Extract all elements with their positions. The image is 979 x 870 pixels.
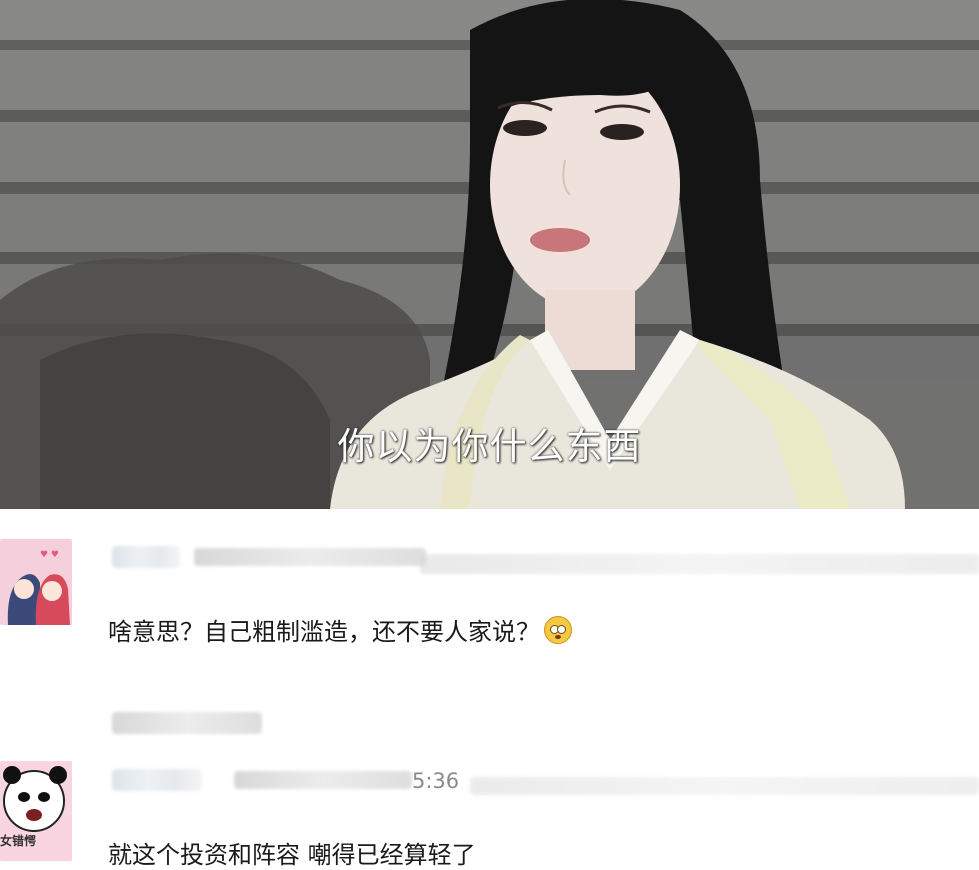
- reply-header-redacted: [112, 712, 262, 734]
- avatar-caption: 女错愕: [0, 834, 37, 848]
- comment-timestamp: 5:36: [412, 769, 460, 793]
- comment-list: ♥ ♥ 啥意思？自己粗制滥造，还不要人家说？ 女错愕 5:36 就这个投资和阵容…: [0, 509, 979, 869]
- video-subtitle: 你以为你什么东西: [337, 425, 642, 468]
- flushed-face-emoji-icon: [544, 616, 572, 644]
- meta-redacted: [420, 554, 979, 574]
- comment-text: 啥意思？自己粗制滥造，还不要人家说？: [108, 612, 572, 647]
- username-redacted: [112, 769, 202, 791]
- meta-redacted: [470, 777, 979, 795]
- username-redacted: [112, 546, 180, 568]
- avatar[interactable]: 女错愕: [0, 761, 72, 861]
- comment-text: 就这个投资和阵容 嘲得已经算轻了: [108, 841, 476, 869]
- anime-avatar-icon: ♥ ♥: [0, 539, 72, 625]
- meta-redacted: [234, 771, 412, 789]
- username-redacted: [194, 548, 426, 566]
- avatar[interactable]: ♥ ♥: [0, 539, 72, 625]
- svg-text:♥ ♥: ♥ ♥: [40, 550, 59, 560]
- comment-body: 啥意思？自己粗制滥造，还不要人家说？: [108, 618, 540, 646]
- video-frame: 你以为你什么东西: [0, 0, 979, 509]
